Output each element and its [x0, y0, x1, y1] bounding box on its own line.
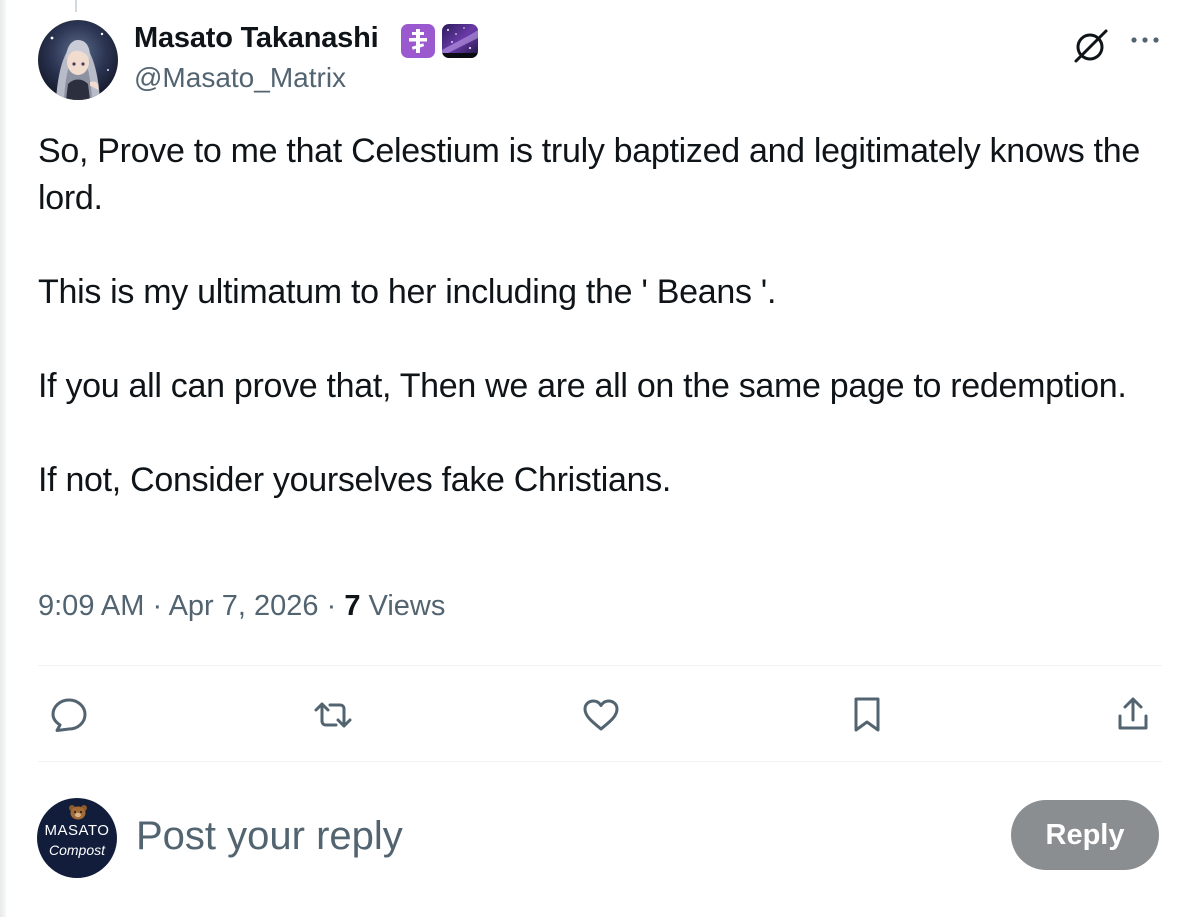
grok-icon[interactable]: [1070, 25, 1112, 67]
views-label[interactable]: Views: [360, 590, 446, 622]
bear-icon: [69, 805, 87, 820]
retweet-icon[interactable]: [312, 694, 354, 736]
author-handle[interactable]: @Masato_Matrix: [134, 62, 346, 94]
milky-way-badge-icon: [442, 24, 478, 58]
panel-left-edge: [0, 0, 6, 917]
like-icon[interactable]: [580, 694, 622, 736]
tweet-date[interactable]: Apr 7, 2026: [169, 590, 319, 622]
reply-button[interactable]: Reply: [1011, 800, 1159, 870]
tweet-meta: 9:09 AM · Apr 7, 2026 · 7 Views: [38, 590, 445, 623]
tweet-paragraph: If you all can prove that, Then we are a…: [38, 367, 1127, 405]
tweet-detail-view: Masato Takanashi @Masato_Matrix So, Prov…: [0, 0, 1199, 917]
share-icon[interactable]: [1112, 694, 1154, 736]
tweet-text: So, Prove to me that Celestium is truly …: [38, 128, 1158, 504]
author-avatar[interactable]: [38, 20, 118, 100]
meta-separator: ·: [318, 590, 345, 622]
more-options-icon[interactable]: [1127, 28, 1163, 52]
tweet-paragraph: This is my ultimatum to her including th…: [38, 273, 777, 311]
tweet-paragraph: If not, Consider yourselves fake Christi…: [38, 461, 672, 499]
current-user-avatar[interactable]: MASATO Compost: [37, 798, 117, 878]
avatar-text: MASATO: [44, 822, 110, 839]
meta-separator: ·: [144, 590, 169, 622]
avatar-text: Compost: [48, 842, 106, 858]
author-name[interactable]: Masato Takanashi: [134, 22, 379, 55]
reply-icon[interactable]: [48, 694, 90, 736]
bookmark-icon[interactable]: [846, 694, 888, 736]
views-count[interactable]: 7: [344, 590, 360, 622]
divider: [38, 665, 1162, 666]
thread-connector-line: [75, 0, 77, 12]
reply-input[interactable]: [136, 808, 976, 864]
divider: [38, 761, 1162, 762]
tweet-time[interactable]: 9:09 AM: [38, 590, 144, 622]
tweet-paragraph: So, Prove to me that Celestium is truly …: [38, 132, 1140, 217]
orthodox-cross-badge-icon: [401, 24, 435, 58]
